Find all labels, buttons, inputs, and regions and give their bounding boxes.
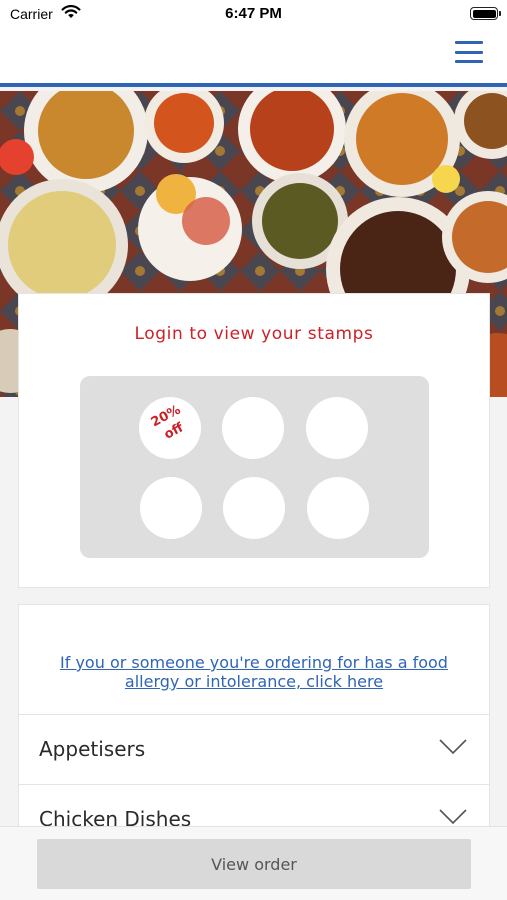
reward-label: 20% off	[135, 394, 206, 453]
stamp-board: 20% off	[80, 376, 429, 558]
app-header	[0, 30, 507, 87]
stamp-slot	[140, 477, 202, 539]
hamburger-menu-icon[interactable]	[455, 38, 483, 66]
clock: 6:47 PM	[225, 5, 282, 22]
menu-panel: If you or someone you're ordering for ha…	[18, 604, 490, 834]
order-bar: View order	[0, 826, 507, 900]
view-order-button[interactable]: View order	[37, 839, 471, 889]
stamp-slot	[223, 477, 285, 539]
login-to-view-stamps-link[interactable]: Login to view your stamps	[19, 324, 489, 344]
chevron-down-icon	[439, 809, 467, 825]
stamp-slot	[307, 477, 369, 539]
stamp-card: Login to view your stamps 20% off	[18, 293, 490, 588]
stamp-reward: 20% off	[139, 397, 201, 459]
battery-icon	[470, 7, 501, 20]
chevron-down-icon	[439, 739, 467, 755]
stamp-slot	[306, 397, 368, 459]
category-appetisers[interactable]: Appetisers	[19, 714, 489, 784]
allergy-info-link[interactable]: If you or someone you're ordering for ha…	[37, 653, 471, 691]
category-label: Appetisers	[39, 737, 146, 761]
stamp-slot	[222, 397, 284, 459]
status-bar: Carrier 6:47 PM	[0, 0, 507, 30]
